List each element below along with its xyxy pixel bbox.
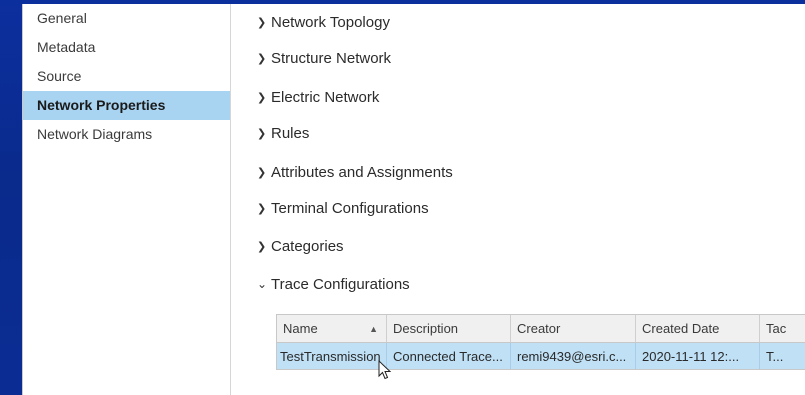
trace-configurations-table: Name ▲ Description Creator Created Date …: [276, 314, 805, 370]
chevron-right-icon: ❯: [257, 128, 267, 140]
section-attributes-and-assignments[interactable]: ❯ Attributes and Assignments: [257, 161, 453, 185]
chevron-right-icon: ❯: [257, 92, 267, 104]
cell-description: Connected Trace...: [387, 343, 511, 369]
sidebar-item-source[interactable]: Source: [23, 62, 230, 91]
sidebar-item-network-properties[interactable]: Network Properties: [23, 91, 230, 120]
sidebar-item-general[interactable]: General: [23, 4, 230, 33]
properties-panel: General Metadata Source Network Properti…: [22, 4, 805, 395]
column-header-description[interactable]: Description: [387, 315, 511, 342]
section-label: Trace Configurations: [271, 276, 410, 293]
column-header-created-date[interactable]: Created Date: [636, 315, 760, 342]
section-label: Categories: [271, 238, 344, 255]
mouse-pointer-icon: [378, 360, 392, 380]
column-header-name[interactable]: Name ▲: [277, 315, 387, 342]
section-label: Electric Network: [271, 89, 380, 106]
cell-name: TestTransmission: [277, 343, 387, 369]
section-trace-configurations[interactable]: ⌄ Trace Configurations: [257, 272, 410, 296]
table-header: Name ▲ Description Creator Created Date …: [277, 315, 805, 343]
section-label: Attributes and Assignments: [271, 164, 453, 181]
cell-tag: T...: [766, 349, 784, 364]
sidebar: General Metadata Source Network Properti…: [23, 4, 231, 395]
chevron-right-icon: ❯: [257, 241, 267, 253]
section-label: Structure Network: [271, 50, 392, 67]
section-terminal-configurations[interactable]: ❯ Terminal Configurations: [257, 197, 429, 221]
sidebar-item-metadata[interactable]: Metadata: [23, 33, 230, 62]
sidebar-item-network-diagrams[interactable]: Network Diagrams: [23, 120, 230, 149]
cell-creator: remi9439@esri.c...: [511, 343, 636, 369]
section-label: Rules: [271, 125, 310, 142]
section-label: Terminal Configurations: [271, 200, 429, 217]
section-rules[interactable]: ❯ Rules: [257, 122, 309, 146]
table-row[interactable]: TestTransmission Connected Trace... remi…: [277, 343, 805, 369]
column-header-creator[interactable]: Creator: [511, 315, 636, 342]
background-frame: General Metadata Source Network Properti…: [0, 0, 805, 395]
chevron-down-icon: ⌄: [257, 277, 268, 291]
section-structure-network[interactable]: ❯ Structure Network: [257, 47, 391, 71]
cell-created-date: 2020-11-11 12:...: [636, 343, 760, 369]
chevron-right-icon: ❯: [257, 203, 267, 215]
section-categories[interactable]: ❯ Categories: [257, 235, 344, 259]
chevron-right-icon: ❯: [257, 17, 267, 29]
section-network-topology[interactable]: ❯ Network Topology: [257, 11, 390, 35]
section-electric-network[interactable]: ❯ Electric Network: [257, 86, 379, 110]
sort-ascending-icon: ▲: [369, 324, 378, 334]
column-header-tag[interactable]: Tac: [760, 315, 805, 342]
chevron-right-icon: ❯: [257, 167, 267, 179]
chevron-right-icon: ❯: [257, 53, 267, 65]
section-label: Network Topology: [271, 14, 390, 31]
column-header-label: Name: [283, 321, 318, 336]
